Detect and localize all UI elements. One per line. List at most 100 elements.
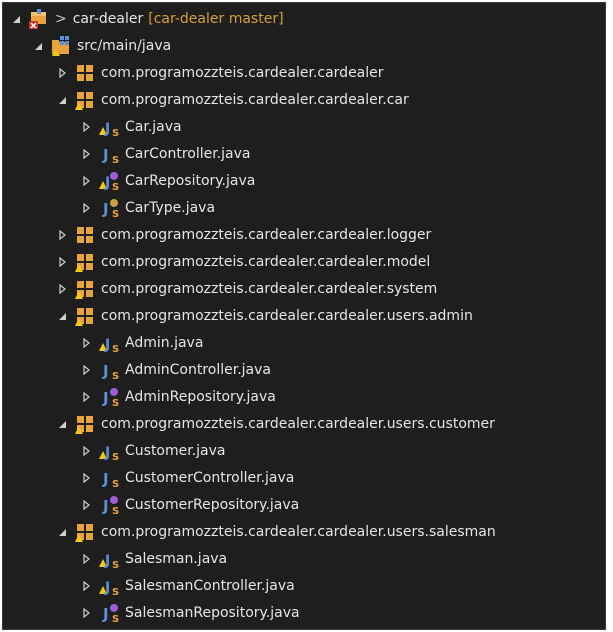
expand-arrow-icon[interactable] <box>79 336 93 350</box>
class-warning-icon: J S <box>99 549 119 569</box>
expand-arrow-icon[interactable] <box>79 579 93 593</box>
interface-icon: J S <box>99 603 119 623</box>
expand-arrow-icon[interactable] <box>55 255 69 269</box>
file-node[interactable]: J S CarController.java <box>3 140 605 167</box>
class-icon: J S <box>99 360 119 380</box>
class-warning-icon: J S <box>99 117 119 137</box>
file-label: SalesmanController.java <box>125 577 295 594</box>
file-label: CarController.java <box>125 145 251 162</box>
project-name: car-dealer <box>72 10 144 27</box>
svg-text:S: S <box>112 155 119 164</box>
package-node[interactable]: com.programozzteis.cardealer.cardealer.s… <box>3 275 605 302</box>
enum-icon: J S <box>99 198 119 218</box>
file-node[interactable]: J S SalesmanRepository.java <box>3 599 605 626</box>
project-node[interactable]: > car-dealer [car-dealer master] <box>3 5 605 32</box>
file-node[interactable]: J S AdminController.java <box>3 356 605 383</box>
expand-arrow-icon[interactable] <box>79 606 93 620</box>
file-node[interactable]: J S AdminRepository.java <box>3 383 605 410</box>
expand-arrow-icon[interactable] <box>79 120 93 134</box>
expand-arrow-icon[interactable] <box>79 147 93 161</box>
file-label: SalesmanRepository.java <box>125 604 300 621</box>
file-label: AdminController.java <box>125 361 271 378</box>
svg-text:S: S <box>112 614 119 623</box>
expand-arrow-icon[interactable] <box>79 390 93 404</box>
svg-text:J: J <box>102 389 109 407</box>
file-node[interactable]: J S CustomerController.java <box>3 464 605 491</box>
expand-arrow-icon[interactable] <box>79 498 93 512</box>
file-label: Customer.java <box>125 442 226 459</box>
package-icon <box>75 225 95 245</box>
expand-arrow-icon[interactable] <box>79 174 93 188</box>
interface-icon: J S <box>99 495 119 515</box>
expand-arrow-icon[interactable] <box>55 66 69 80</box>
package-warning-icon <box>75 252 95 272</box>
package-label: com.programozzteis.cardealer.cardealer.u… <box>101 307 473 324</box>
file-label: Admin.java <box>125 334 204 351</box>
source-folder-label: src/main/java <box>77 37 172 54</box>
svg-text:J: J <box>102 497 109 515</box>
package-icon <box>75 63 95 83</box>
file-node[interactable]: J S SalesmanController.java <box>3 572 605 599</box>
package-node[interactable]: com.programozzteis.cardealer.cardealer.l… <box>3 221 605 248</box>
svg-text:J: J <box>104 175 110 191</box>
expand-arrow-icon[interactable] <box>55 228 69 242</box>
package-node[interactable]: com.programozzteis.cardealer.cardealer <box>3 59 605 86</box>
package-explorer-tree: > car-dealer [car-dealer master] src/mai… <box>2 2 606 630</box>
package-label: com.programozzteis.cardealer.cardealer <box>101 64 384 81</box>
svg-text:J: J <box>102 470 109 488</box>
class-icon: J S <box>99 144 119 164</box>
svg-text:S: S <box>112 344 119 353</box>
package-label: com.programozzteis.cardealer.cardealer.s… <box>101 280 438 297</box>
file-label: AdminRepository.java <box>125 388 276 405</box>
file-label: CustomerRepository.java <box>125 496 300 513</box>
source-folder-node[interactable]: src/main/java <box>3 32 605 59</box>
collapse-arrow-icon[interactable] <box>9 12 23 26</box>
package-warning-icon <box>75 522 95 542</box>
project-prefix: > <box>55 10 67 27</box>
package-node[interactable]: com.programozzteis.cardealer.cardealer.u… <box>3 410 605 437</box>
source-folder-icon <box>51 35 71 56</box>
expand-arrow-icon[interactable] <box>79 444 93 458</box>
collapse-arrow-icon[interactable] <box>55 93 69 107</box>
package-warning-icon <box>75 306 95 326</box>
expand-arrow-icon[interactable] <box>79 471 93 485</box>
file-node[interactable]: J S CustomerRepository.java <box>3 491 605 518</box>
interface-warning-icon: J S <box>99 171 119 191</box>
package-node[interactable]: com.programozzteis.cardealer.cardealer.u… <box>3 518 605 545</box>
file-label: CustomerController.java <box>125 469 295 486</box>
file-node[interactable]: J S CarType.java <box>3 194 605 221</box>
file-label: CarRepository.java <box>125 172 256 189</box>
collapse-arrow-icon[interactable] <box>55 417 69 431</box>
class-warning-icon: J S <box>99 576 119 596</box>
package-warning-icon <box>75 90 95 110</box>
collapse-arrow-icon[interactable] <box>55 309 69 323</box>
collapse-arrow-icon[interactable] <box>31 39 45 53</box>
svg-text:S: S <box>112 398 119 407</box>
collapse-arrow-icon[interactable] <box>55 525 69 539</box>
class-icon: J S <box>99 468 119 488</box>
svg-text:S: S <box>112 182 119 191</box>
file-label: Car.java <box>125 118 182 135</box>
package-node[interactable]: com.programozzteis.cardealer.cardealer.m… <box>3 248 605 275</box>
svg-text:J: J <box>102 362 109 380</box>
package-label: com.programozzteis.cardealer.cardealer.u… <box>101 415 495 432</box>
interface-icon: J S <box>99 387 119 407</box>
file-node[interactable]: J S CarRepository.java <box>3 167 605 194</box>
file-node[interactable]: J S Car.java <box>3 113 605 140</box>
expand-arrow-icon[interactable] <box>79 363 93 377</box>
package-node[interactable]: com.programozzteis.cardealer.cardealer.u… <box>3 302 605 329</box>
expand-arrow-icon[interactable] <box>79 552 93 566</box>
package-label: com.programozzteis.cardealer.cardealer.c… <box>101 91 409 108</box>
expand-arrow-icon[interactable] <box>55 282 69 296</box>
package-label: com.programozzteis.cardealer.cardealer.m… <box>101 253 431 270</box>
svg-text:S: S <box>112 371 119 380</box>
file-node[interactable]: J S Salesman.java <box>3 545 605 572</box>
class-warning-icon: J S <box>99 333 119 353</box>
package-node[interactable]: com.programozzteis.cardealer.cardealer.c… <box>3 86 605 113</box>
svg-text:J: J <box>102 146 109 164</box>
package-label: com.programozzteis.cardealer.cardealer.l… <box>101 226 432 243</box>
file-node[interactable]: J S Customer.java <box>3 437 605 464</box>
svg-text:S: S <box>112 560 119 569</box>
file-node[interactable]: J S Admin.java <box>3 329 605 356</box>
expand-arrow-icon[interactable] <box>79 201 93 215</box>
